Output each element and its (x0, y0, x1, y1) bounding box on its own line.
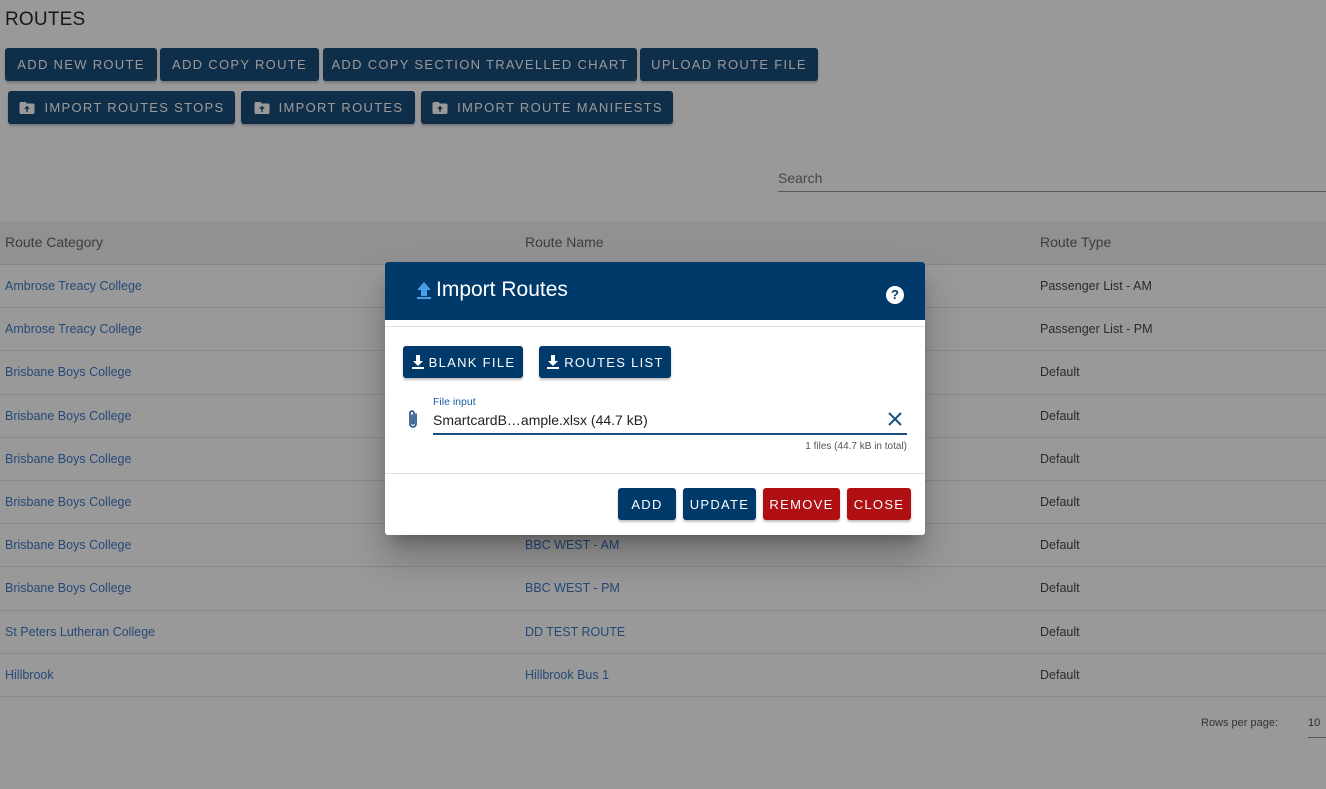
help-icon[interactable]: ? (886, 286, 904, 304)
divider (385, 326, 925, 327)
update-label: UPDATE (689, 496, 750, 512)
paperclip-icon[interactable] (405, 409, 423, 431)
remove-label: REMOVE (769, 496, 834, 512)
file-input-underline (433, 433, 907, 435)
dialog-title: Import Routes (436, 278, 568, 301)
file-count-text: 1 files (44.7 kB in total) (805, 441, 907, 452)
close-button[interactable]: CLOSE (847, 488, 911, 520)
file-input-label: File input (433, 396, 476, 408)
routes-list-label: ROUTES LIST (564, 354, 664, 370)
blank-file-label: BLANK FILE (428, 354, 516, 370)
dialog-header: Import Routes ? (385, 262, 925, 320)
close-label: CLOSE (853, 496, 905, 512)
update-button[interactable]: UPDATE (683, 488, 756, 520)
import-routes-dialog: Import Routes ? BLANK FILE ROUTES LIST F… (385, 262, 925, 535)
add-label: ADD (631, 496, 663, 512)
upload-icon (417, 282, 431, 299)
download-icon (411, 355, 424, 369)
blank-file-button[interactable]: BLANK FILE (403, 346, 523, 378)
divider (385, 473, 925, 474)
file-input-field[interactable]: SmartcardB…ample.xlsx (44.7 kB) (433, 412, 648, 428)
routes-list-button[interactable]: ROUTES LIST (539, 346, 671, 378)
close-icon[interactable] (887, 411, 903, 427)
add-button[interactable]: ADD (618, 488, 676, 520)
remove-button[interactable]: REMOVE (763, 488, 840, 520)
download-icon (547, 355, 560, 369)
